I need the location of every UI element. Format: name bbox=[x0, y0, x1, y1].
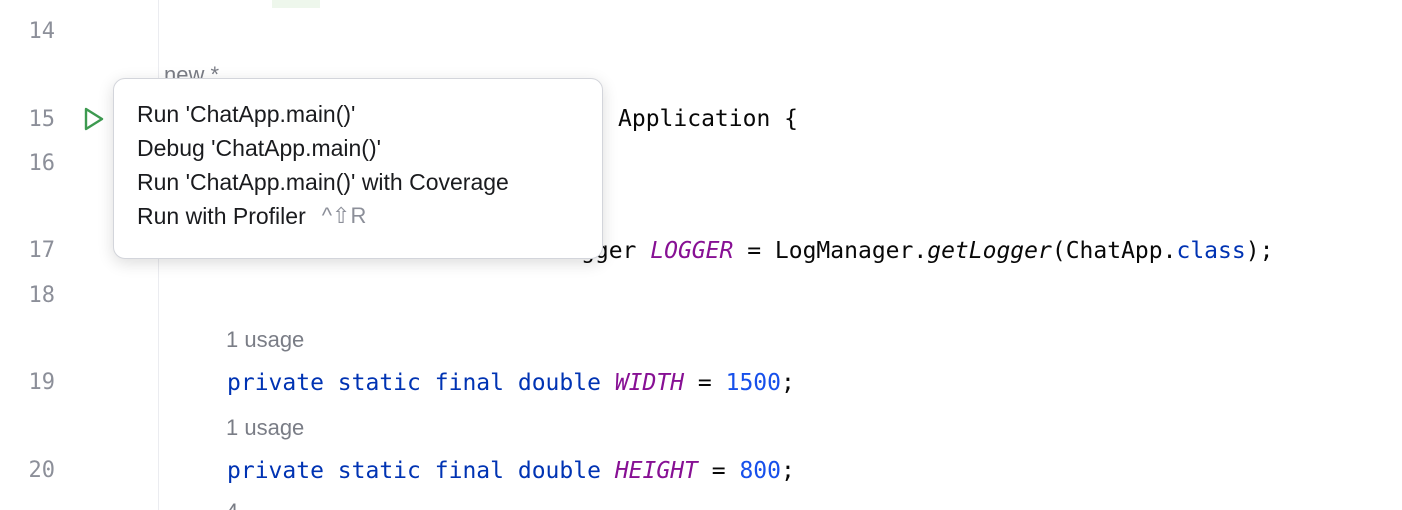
code-keyword: static bbox=[337, 370, 421, 396]
code-number: 1500 bbox=[725, 370, 781, 396]
code-keyword: class bbox=[1176, 238, 1246, 264]
line-number: 15 bbox=[28, 107, 56, 132]
menu-item-label: Run with Profiler bbox=[137, 202, 306, 229]
code-constant: WIDTH bbox=[614, 370, 685, 396]
code-editor[interactable]: 14 15 16 17 18 19 20 new * Application {… bbox=[0, 0, 1402, 510]
line-number: 14 bbox=[28, 19, 56, 44]
usage-hint[interactable]: 1 usage bbox=[226, 325, 304, 355]
code-method: getLogger bbox=[927, 238, 1052, 264]
code-constant: LOGGER bbox=[650, 238, 734, 264]
menu-item-run-with-profiler[interactable]: Run with Profiler ^⇧R bbox=[114, 199, 602, 233]
line-number: 20 bbox=[28, 458, 56, 483]
code-punct: ; bbox=[781, 370, 795, 396]
menu-item-label: Run 'ChatApp.main()' with Coverage bbox=[137, 168, 509, 195]
code-class: LogManager. bbox=[774, 238, 928, 264]
usage-hint[interactable]: 4 bbox=[226, 497, 238, 510]
code-keyword: final bbox=[434, 458, 504, 484]
code-line-19[interactable]: private static final double WIDTH = 1500… bbox=[227, 368, 795, 398]
code-punct: ); bbox=[1245, 238, 1274, 264]
menu-item-label: Debug 'ChatApp.main()' bbox=[137, 134, 382, 161]
menu-item-run-with-coverage[interactable]: Run 'ChatApp.main()' with Coverage bbox=[114, 165, 602, 199]
code-keyword: static bbox=[337, 458, 421, 484]
menu-item-run[interactable]: Run 'ChatApp.main()' bbox=[114, 97, 602, 131]
code-keyword: final bbox=[434, 370, 504, 396]
line-number: 16 bbox=[28, 151, 56, 176]
code-keyword: private bbox=[227, 370, 324, 396]
code-keyword: private bbox=[227, 458, 324, 484]
menu-item-label: Run 'ChatApp.main()' bbox=[137, 100, 356, 127]
line-number: 17 bbox=[28, 238, 56, 263]
code-args: (ChatApp. bbox=[1051, 238, 1177, 264]
code-operator: = bbox=[697, 458, 740, 484]
usage-hint[interactable]: 1 usage bbox=[226, 413, 304, 443]
code-operator: = bbox=[684, 370, 726, 396]
code-line-15[interactable]: Application { bbox=[618, 104, 798, 134]
shortcut-label: ^⇧R bbox=[321, 203, 367, 228]
code-constant: HEIGHT bbox=[614, 458, 698, 484]
code-text: Application { bbox=[618, 106, 799, 132]
line-number: 19 bbox=[28, 370, 56, 395]
code-punct: ; bbox=[781, 458, 795, 484]
menu-item-debug[interactable]: Debug 'ChatApp.main()' bbox=[114, 131, 602, 165]
line-number: 18 bbox=[28, 283, 56, 308]
code-line-20[interactable]: private static final double HEIGHT = 800… bbox=[227, 456, 795, 486]
code-line-17[interactable]: gger LOGGER = LogManager.getLogger(ChatA… bbox=[581, 236, 1273, 266]
code-number: 800 bbox=[739, 458, 781, 484]
code-keyword: double bbox=[517, 370, 601, 396]
line-highlight bbox=[272, 0, 320, 8]
code-operator: = bbox=[733, 238, 775, 264]
code-keyword: double bbox=[517, 458, 601, 484]
run-popup-menu: Run 'ChatApp.main()' Debug 'ChatApp.main… bbox=[113, 78, 603, 259]
run-triangle-icon[interactable] bbox=[82, 104, 106, 134]
